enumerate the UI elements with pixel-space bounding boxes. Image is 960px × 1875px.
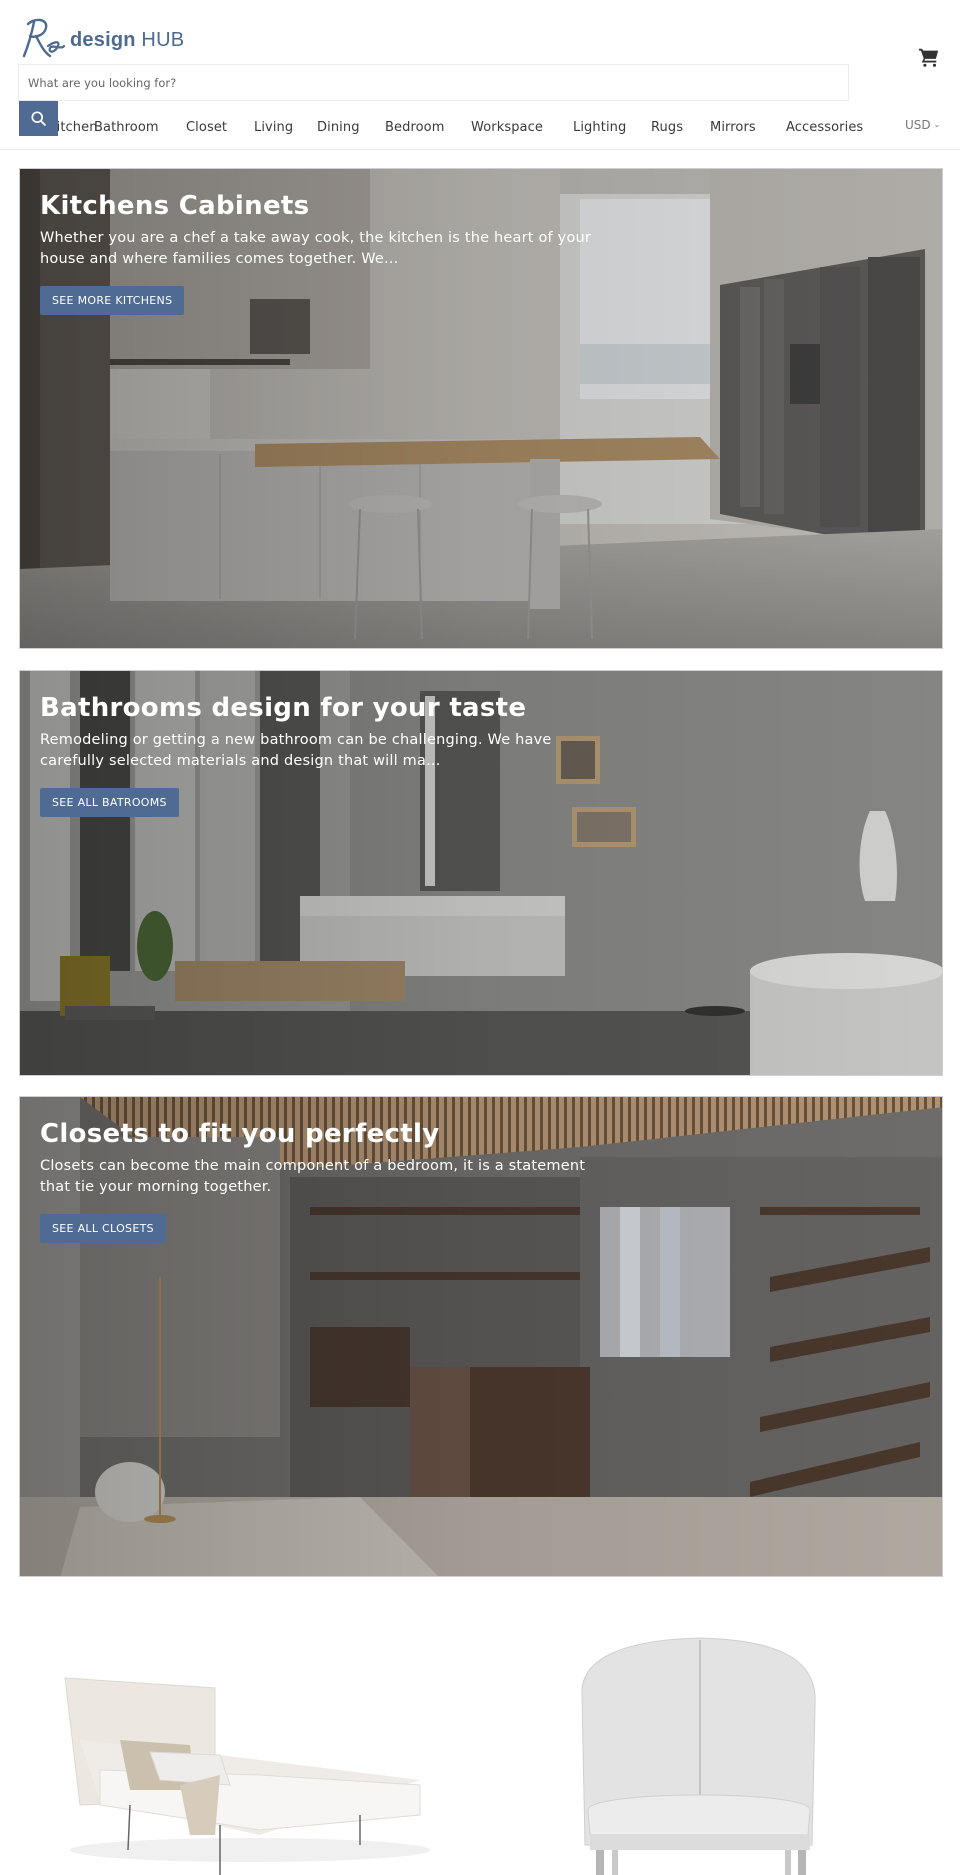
logo-text: design HUB <box>70 28 185 51</box>
section-description: Closets can become the main component of… <box>40 1158 586 1195</box>
product-image-chair[interactable] <box>500 1600 940 1875</box>
see-all-bathrooms-button[interactable]: SEE ALL BATROOMS <box>40 788 179 817</box>
site-header: design HUB Kitchen Bathroom Closet Livin… <box>0 0 960 150</box>
cart-icon <box>918 48 939 67</box>
bed-image <box>64 1677 430 1875</box>
category-nav: Kitchen Bathroom Closet Living Dining Be… <box>0 116 960 142</box>
chair-image <box>581 1637 816 1875</box>
section-title: Kitchens Cabinets <box>40 191 310 221</box>
section-title: Closets to fit you perfectly <box>40 1119 440 1149</box>
nav-item-accessories[interactable]: Accessories <box>786 120 863 135</box>
nav-item-bedroom[interactable]: Bedroom <box>385 120 445 135</box>
nav-item-closet[interactable]: Closet <box>186 120 227 135</box>
nav-item-mirrors[interactable]: Mirrors <box>710 120 756 135</box>
search-field[interactable] <box>18 64 849 101</box>
bathroom-banner: Bathrooms design for your taste Remodeli… <box>19 670 943 1076</box>
chevron-down-icon: ⌄ <box>933 120 941 129</box>
see-all-closets-button[interactable]: SEE ALL CLOSETS <box>40 1214 166 1243</box>
kitchen-banner: Kitchens Cabinets Whether you are a chef… <box>19 168 943 649</box>
nav-item-workspace[interactable]: Workspace <box>471 120 543 135</box>
section-description: Remodeling or getting a new bathroom can… <box>40 732 552 769</box>
logo[interactable]: design HUB <box>20 16 184 60</box>
see-more-kitchens-button[interactable]: SEE MORE KITCHENS <box>40 286 185 315</box>
nav-item-living[interactable]: Living <box>254 120 293 135</box>
nav-item-rugs[interactable]: Rugs <box>651 120 683 135</box>
search-input[interactable] <box>19 65 848 100</box>
nav-item-lighting[interactable]: Lighting <box>573 120 626 135</box>
closet-banner: Closets to fit you perfectly Closets can… <box>19 1096 943 1577</box>
logo-script-mark <box>22 18 66 58</box>
section-title: Bathrooms design for your taste <box>40 693 527 723</box>
section-description: Whether you are a chef a take away cook,… <box>40 230 592 267</box>
search-icon <box>31 111 46 126</box>
nav-item-dining[interactable]: Dining <box>317 120 360 135</box>
nav-item-bathroom[interactable]: Bathroom <box>94 120 159 135</box>
product-image-bed[interactable] <box>20 1600 460 1875</box>
currency-label: USD <box>905 118 931 132</box>
currency-selector[interactable]: USD ⌄ <box>905 118 940 132</box>
cart-button[interactable] <box>918 46 940 68</box>
search-button[interactable] <box>19 101 58 136</box>
